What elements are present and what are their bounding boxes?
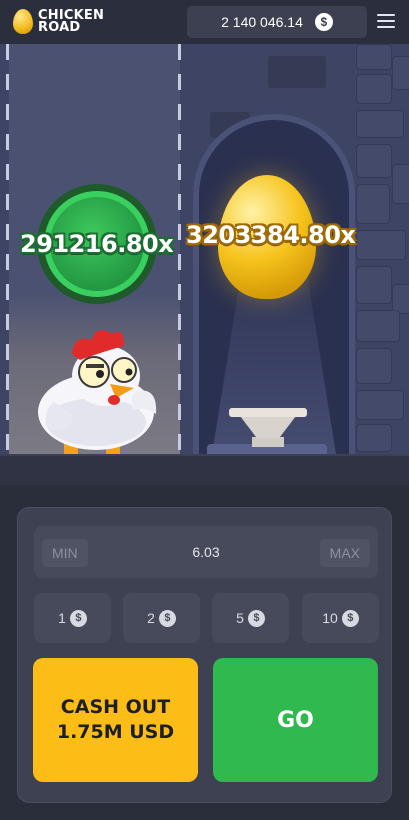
- road-edge: [0, 454, 409, 485]
- dollar-coin-icon: $: [69, 609, 87, 627]
- go-button[interactable]: GO: [213, 658, 378, 782]
- wall-stone: [356, 110, 404, 138]
- wall-stone: [392, 56, 409, 90]
- dollar-coin-icon: $: [158, 609, 176, 627]
- game-scene: 291216.80x 3203384.80x: [0, 44, 409, 485]
- top-bar: CHICKEN ROAD 2 140 046.14 $: [0, 0, 409, 44]
- wall-stone: [356, 390, 404, 420]
- max-bet-button[interactable]: MAX: [319, 539, 370, 567]
- cash-out-amount: 1.75M USD: [56, 721, 175, 743]
- quick-bet-2-button[interactable]: 2 $: [123, 593, 200, 643]
- dollar-coin-icon: $: [314, 13, 333, 31]
- cash-out-button[interactable]: CASH OUT 1.75M USD: [33, 658, 198, 782]
- bet-control-panel: 6.03 MIN MAX 1 $ 2 $ 5 $ 10 $ CASH OUT 1…: [17, 507, 392, 803]
- chicken-character: [38, 330, 157, 464]
- wall-stone: [356, 310, 400, 342]
- golden-egg-icon: [13, 9, 33, 34]
- pedestal-base: [252, 437, 284, 447]
- wall-brick: [268, 56, 326, 88]
- wall-stone: [356, 230, 406, 260]
- egg-multiplier-label: 3203384.80x: [186, 221, 356, 249]
- quick-bet-10-button[interactable]: 10 $: [302, 593, 379, 643]
- wall-stone: [356, 44, 392, 70]
- dollar-coin-icon: $: [341, 609, 359, 627]
- wall-stone: [356, 74, 392, 104]
- quick-bet-label: 5: [236, 610, 244, 626]
- hamburger-menu-icon[interactable]: [377, 14, 395, 28]
- quick-bet-label: 10: [322, 610, 338, 626]
- logo-line-2: ROAD: [38, 19, 81, 35]
- chicken-road-logo: CHICKEN ROAD: [13, 9, 104, 34]
- wall-stone: [356, 184, 390, 224]
- wall-stone: [356, 424, 392, 452]
- quick-bet-label: 2: [147, 610, 155, 626]
- cash-out-label: CASH OUT: [60, 696, 171, 718]
- lane-divider: [6, 44, 9, 454]
- wall-stone: [356, 144, 392, 178]
- balance-amount: 2 140 046.14: [221, 14, 303, 30]
- quick-bet-5-button[interactable]: 5 $: [212, 593, 289, 643]
- min-bet-button[interactable]: MIN: [42, 539, 88, 567]
- lane-multiplier-label: 291216.80x: [20, 230, 174, 258]
- balance-display: 2 140 046.14 $: [187, 6, 367, 38]
- quick-bet-label: 1: [58, 610, 66, 626]
- pedestal-top: [229, 408, 307, 417]
- dollar-coin-icon: $: [247, 609, 265, 627]
- bet-amount-row: 6.03 MIN MAX: [34, 526, 378, 578]
- wall-stone: [392, 164, 409, 204]
- lane-divider: [178, 44, 181, 454]
- wall-stone: [356, 266, 392, 304]
- wall-stone: [356, 348, 392, 384]
- quick-bet-1-button[interactable]: 1 $: [34, 593, 111, 643]
